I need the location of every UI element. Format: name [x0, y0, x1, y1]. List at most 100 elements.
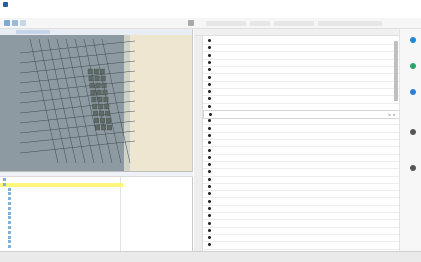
item-status-icon — [208, 221, 211, 225]
station-block — [88, 75, 94, 82]
layer-icon — [8, 245, 11, 249]
transect-line — [19, 140, 136, 154]
layer-icon — [3, 178, 6, 181]
station-block — [102, 89, 108, 96]
toolbar-field[interactable] — [250, 21, 270, 26]
transect-line — [19, 100, 136, 114]
tree-header — [0, 172, 193, 177]
action-export-icon[interactable] — [410, 165, 416, 171]
list-scrollbar-thumb[interactable] — [394, 41, 398, 101]
item-status-icon — [208, 53, 211, 57]
station-block — [100, 75, 106, 82]
transect-line — [19, 60, 136, 74]
transect-line — [19, 120, 136, 134]
list-item[interactable] — [203, 241, 399, 250]
transect-line — [19, 70, 136, 84]
transect-line — [19, 130, 136, 144]
layer-icon — [8, 192, 11, 196]
row-actions-icon[interactable]: ✎ ✕ — [388, 113, 396, 117]
item-status-icon — [208, 192, 211, 196]
item-status-icon — [208, 177, 211, 181]
item-status-icon — [208, 97, 211, 101]
layer-icon — [8, 230, 11, 234]
layer-icon — [8, 211, 11, 215]
item-status-icon — [208, 39, 211, 42]
station-block — [106, 117, 111, 124]
title-bar — [0, 0, 421, 9]
station-block — [90, 89, 96, 96]
station-block — [100, 117, 105, 124]
action-refresh-icon[interactable] — [410, 37, 416, 43]
list-header — [194, 29, 399, 36]
item-status-icon — [208, 243, 211, 247]
action-edit-icon[interactable] — [410, 89, 416, 95]
toolbar-field[interactable] — [274, 21, 314, 26]
station-block — [89, 82, 95, 89]
menu-bar — [0, 9, 421, 18]
toolbar-field[interactable] — [206, 21, 246, 26]
layer-icon — [8, 187, 11, 191]
station-block — [95, 124, 100, 131]
item-status-icon — [208, 119, 211, 123]
layer-icon — [8, 235, 11, 239]
station-block — [99, 110, 105, 117]
layer-icon — [3, 182, 6, 186]
station-block — [93, 68, 99, 75]
item-status-icon — [208, 214, 211, 218]
item-status-icon — [208, 60, 211, 64]
item-status-icon — [208, 141, 211, 145]
item-status-icon — [208, 46, 211, 50]
toolbar-button-icon[interactable] — [4, 20, 10, 26]
status-bar — [0, 251, 421, 262]
item-status-icon — [208, 82, 211, 86]
station-block — [101, 82, 107, 89]
action-add-icon[interactable] — [410, 63, 416, 69]
item-status-icon — [208, 185, 211, 188]
survey-line — [38, 38, 68, 164]
station-block — [93, 110, 99, 117]
item-status-icon — [208, 148, 211, 152]
toolbar-button-icon[interactable] — [20, 20, 26, 26]
action-tool-icon[interactable] — [410, 129, 416, 135]
layer-icon — [8, 197, 11, 201]
item-status-icon — [208, 236, 211, 240]
station-block — [98, 103, 104, 110]
station-block — [87, 68, 93, 75]
survey-grid-overlay — [19, 38, 136, 164]
toolbar-field[interactable] — [318, 21, 382, 26]
transect-line — [19, 110, 136, 124]
survey-line — [29, 38, 59, 164]
layer-icon — [8, 202, 11, 205]
tree-item[interactable] — [0, 245, 128, 250]
action-strip — [399, 29, 421, 251]
station-block — [101, 124, 106, 131]
station-block — [95, 82, 101, 89]
station-block — [107, 124, 112, 131]
station-block — [105, 110, 111, 117]
item-status-icon — [208, 228, 211, 232]
layer-icon — [8, 240, 11, 244]
station-block — [92, 103, 98, 110]
panel-toggle-icon[interactable] — [188, 20, 194, 26]
item-status-icon — [208, 206, 211, 210]
item-status-icon — [208, 133, 211, 137]
item-status-icon — [208, 126, 211, 130]
station-block — [94, 117, 99, 124]
item-status-icon — [208, 104, 211, 108]
layer-icon — [8, 216, 11, 220]
item-status-icon — [208, 155, 211, 159]
transect-line — [19, 50, 136, 64]
toolbar-button-icon[interactable] — [12, 20, 18, 26]
station-block — [94, 75, 100, 82]
item-status-icon — [208, 163, 211, 167]
item-status-icon — [208, 199, 211, 203]
station-block — [103, 96, 109, 103]
item-status-icon — [208, 170, 211, 174]
map-tab[interactable] — [16, 30, 50, 34]
station-block — [96, 89, 102, 96]
station-block — [91, 96, 97, 103]
station-block — [99, 68, 105, 75]
map-panel[interactable] — [0, 29, 193, 171]
item-status-icon — [209, 113, 212, 116]
item-list-panel: ✎ ✕ — [194, 29, 401, 251]
